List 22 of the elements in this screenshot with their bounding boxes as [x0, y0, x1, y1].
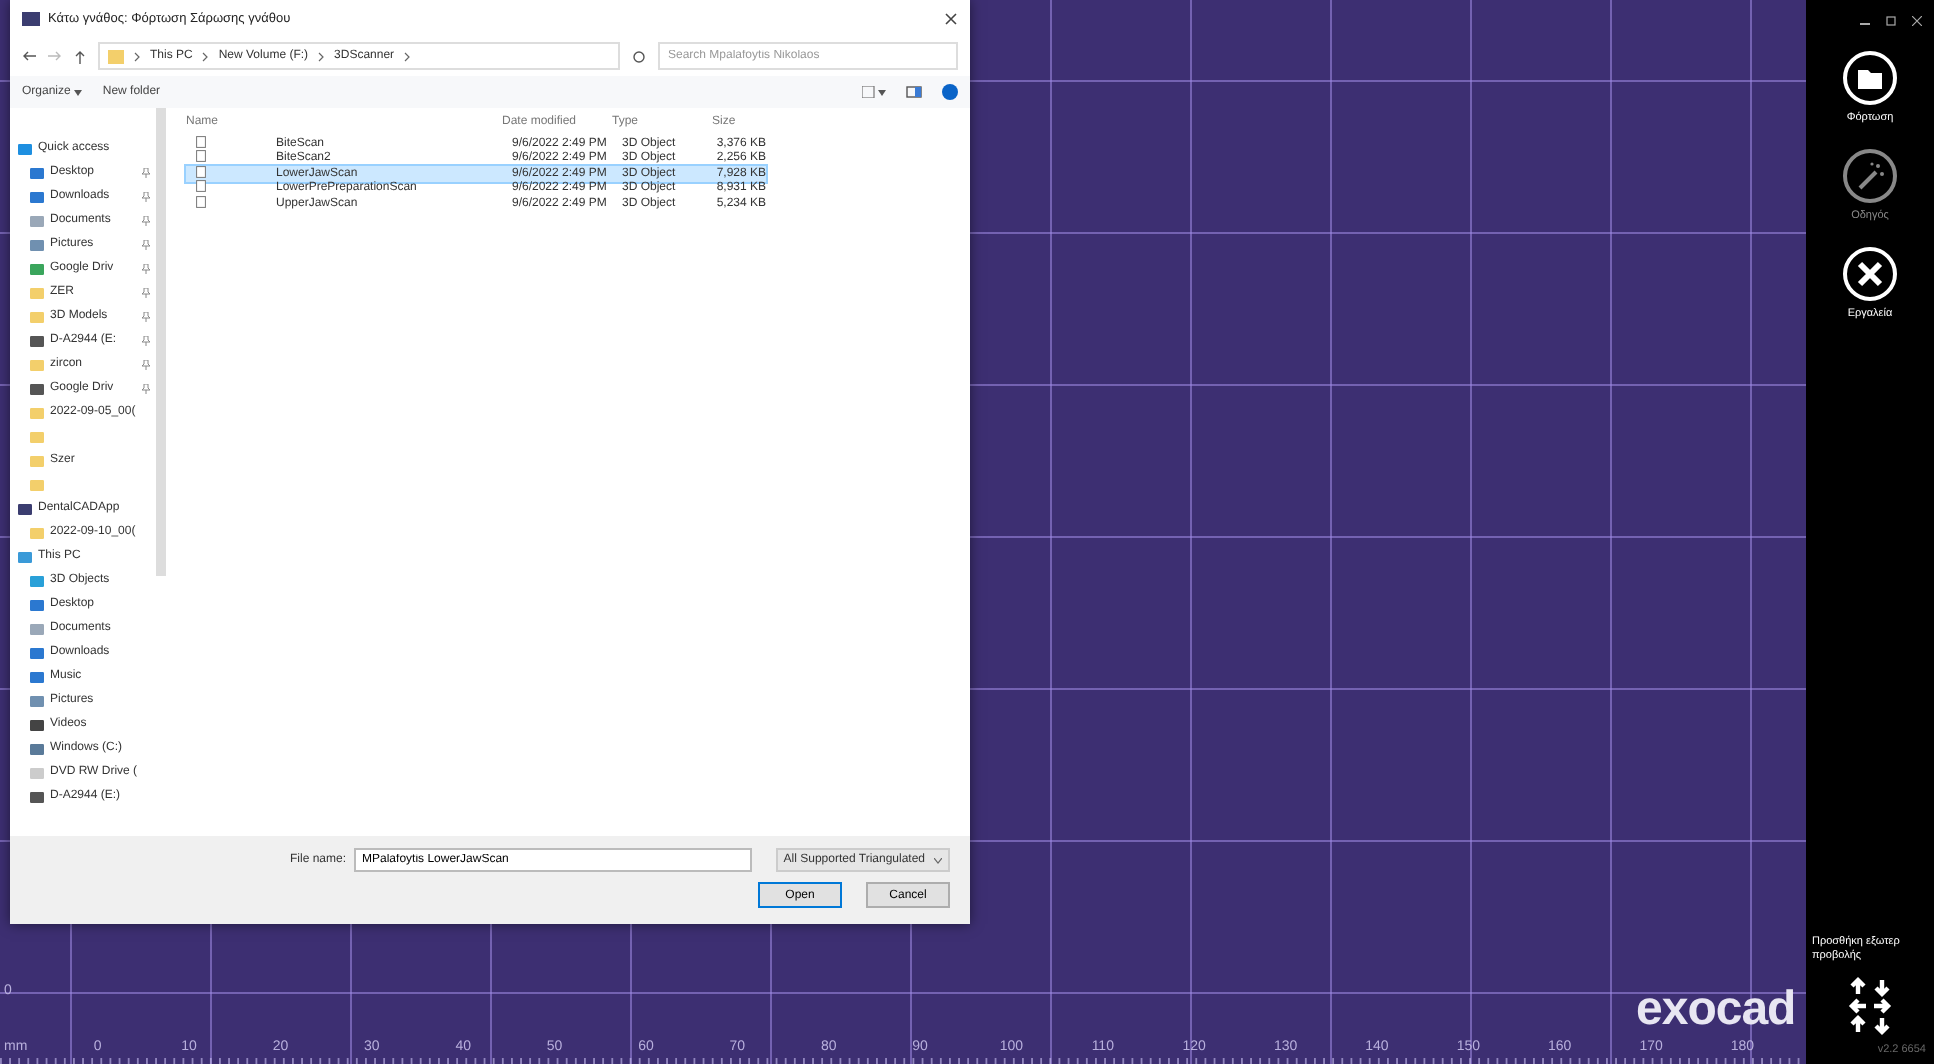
preview-pane-icon[interactable] — [906, 86, 922, 98]
help-icon[interactable] — [942, 84, 958, 100]
chevron-icon — [134, 51, 140, 61]
caret-icon — [934, 857, 942, 863]
folder-icon — [30, 357, 44, 371]
close-icon[interactable] — [1912, 16, 1922, 26]
caret-icon — [74, 89, 83, 95]
view-arrows-icon[interactable] — [1848, 976, 1892, 1036]
chevron-icon — [202, 51, 209, 61]
wand-icon — [1842, 148, 1898, 204]
folder-icon — [30, 525, 44, 539]
refresh-icon[interactable] — [632, 49, 646, 63]
restore-icon[interactable] — [1886, 16, 1896, 26]
folder-icon — [108, 49, 124, 63]
view-options-icon[interactable] — [862, 86, 886, 98]
chevron-icon — [318, 51, 325, 61]
chevron-icon — [404, 51, 411, 61]
back-icon[interactable] — [22, 50, 36, 62]
folder-icon — [1842, 50, 1898, 106]
close-icon[interactable] — [944, 11, 958, 25]
logo: exocad — [1636, 988, 1796, 1032]
up-icon[interactable] — [74, 49, 86, 63]
